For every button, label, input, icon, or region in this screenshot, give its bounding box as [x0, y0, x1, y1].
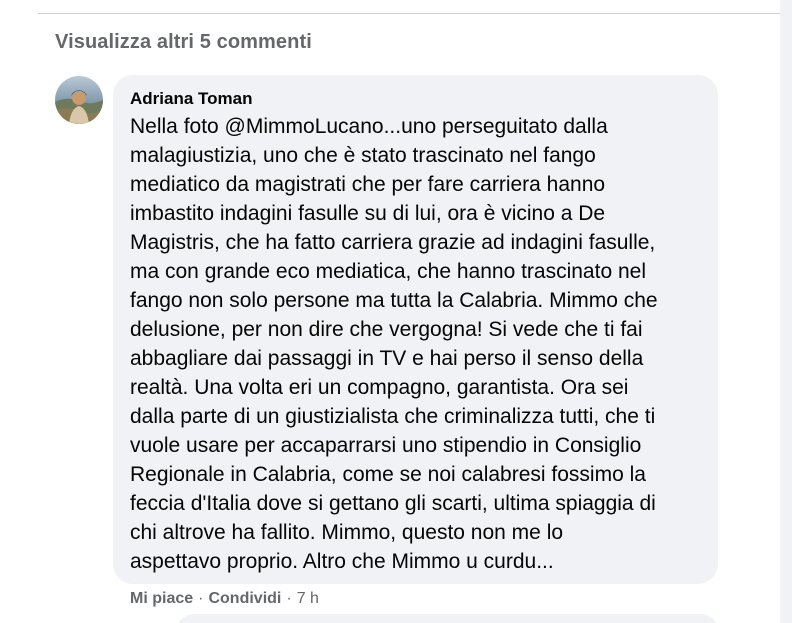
next-comment-bubble — [175, 614, 720, 623]
comment-author[interactable]: Adriana Toman — [130, 88, 702, 110]
separator: · — [198, 590, 204, 607]
comment-section: Visualizza altri 5 commenti Adriana Toma… — [0, 0, 792, 623]
scrollbar-track[interactable] — [780, 0, 792, 623]
avatar[interactable] — [55, 76, 103, 124]
like-button[interactable]: Mi piace — [130, 588, 193, 610]
comment-body: Nella foto @MimmoLucano...uno perseguita… — [130, 115, 658, 573]
comment-bubble: Adriana Toman Nella foto @MimmoLucano...… — [113, 75, 718, 584]
comment-timestamp[interactable]: 7 h — [297, 588, 319, 610]
separator: · — [286, 590, 292, 607]
share-button[interactable]: Condividi — [208, 588, 281, 610]
comment-actions: Mi piace · Condividi · 7 h — [130, 588, 319, 610]
divider — [38, 13, 780, 14]
avatar-photo — [55, 76, 103, 124]
view-more-comments-link[interactable]: Visualizza altri 5 commenti — [55, 31, 312, 54]
